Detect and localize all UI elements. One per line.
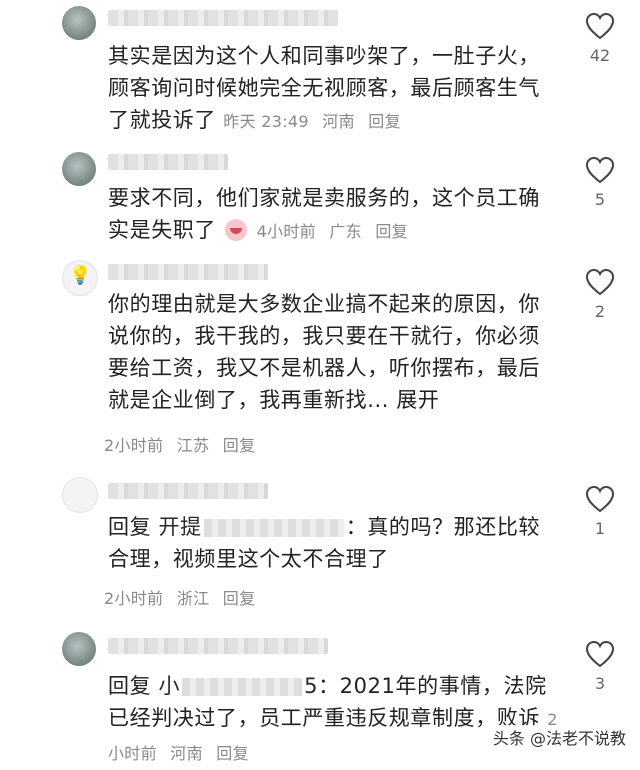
heart-outline-icon — [585, 268, 615, 296]
expand-link[interactable]: 展开 — [396, 388, 439, 412]
like-button[interactable]: 1 — [582, 485, 618, 538]
reply-target-name[interactable]: 小 — [158, 674, 180, 698]
like-count: 5 — [594, 190, 606, 209]
reply-target-blurred — [182, 678, 303, 696]
comment-location: 河南 — [170, 744, 203, 763]
username-blurred[interactable] — [108, 154, 228, 170]
username-blurred[interactable] — [108, 483, 268, 499]
reply-target-name[interactable]: 开提 — [158, 515, 201, 539]
reply-target-blurred — [203, 519, 344, 537]
like-count: 42 — [589, 46, 611, 65]
like-button[interactable]: 3 — [582, 640, 618, 693]
avatar[interactable] — [62, 632, 96, 666]
reply-prefix: 回复 — [108, 515, 152, 539]
comment-time: 4小时前 — [256, 222, 316, 241]
heart-outline-icon — [585, 12, 615, 40]
comment-meta: 2小时前 江苏 回复 — [104, 432, 263, 456]
reply-button[interactable]: 回复 — [223, 589, 256, 608]
comment-time: 2小时前 — [104, 436, 164, 455]
username-blurred[interactable] — [108, 638, 328, 654]
comment-location: 江苏 — [176, 436, 210, 455]
comment-body: 回复 小 5：2021年的事情，法院已经判决过了，员工严重违反规章制度，败诉 2小… — [108, 670, 558, 770]
comment-meta: 2小时前 浙江 回复 — [104, 585, 263, 609]
avatar[interactable]: 💡 — [62, 260, 98, 296]
like-count: 2 — [594, 302, 606, 321]
comment-body: 回复 开提 ：真的吗？那还比较合理，视频里这个太不合理了 — [108, 511, 558, 575]
like-button[interactable]: 2 — [582, 268, 618, 321]
reply-button[interactable]: 回复 — [368, 112, 401, 131]
username-blurred[interactable] — [108, 264, 268, 280]
reply-button[interactable]: 回复 — [216, 744, 249, 763]
like-count: 3 — [594, 674, 606, 693]
reply-button[interactable]: 回复 — [375, 222, 408, 241]
heart-outline-icon — [585, 640, 615, 668]
comment-location: 广东 — [329, 222, 362, 241]
comment-location: 河南 — [322, 112, 355, 131]
reply-button[interactable]: 回复 — [223, 436, 256, 455]
username-blurred[interactable] — [108, 10, 338, 26]
like-button[interactable]: 5 — [582, 156, 618, 209]
comment-time: 2小时前 — [104, 589, 164, 608]
watermark: 头条 @法老不说教 — [492, 725, 626, 749]
like-count: 1 — [594, 519, 606, 538]
crying-emoji-icon — [225, 219, 248, 241]
reply-prefix: 回复 — [108, 674, 152, 698]
comment-body: 其实是因为这个人和同事吵架了，一肚子火，顾客询问时候她完全无视顾客，最后顾客生气… — [108, 40, 558, 138]
comment-text: 你的理由就是大多数企业搞不起来的原因，你说你的，我干我的，我只要在干就行，你必须… — [108, 292, 540, 412]
avatar[interactable] — [62, 6, 96, 40]
comment-body: 你的理由就是大多数企业搞不起来的原因，你说你的，我干我的，我只要在干就行，你必须… — [108, 288, 558, 416]
like-button[interactable]: 42 — [582, 12, 618, 65]
heart-outline-icon — [585, 156, 615, 184]
lightbulb-icon: 💡 — [69, 265, 92, 286]
comment-time: 昨天 23:49 — [223, 112, 309, 131]
comment-location: 浙江 — [176, 589, 210, 608]
comment-body: 要求不同，他们家就是卖服务的，这个员工确实是失职了 4小时前 广东 回复 — [108, 182, 558, 248]
avatar[interactable] — [62, 477, 98, 513]
reply-target-tail: 5 — [304, 674, 319, 698]
avatar[interactable] — [62, 152, 96, 186]
heart-outline-icon — [585, 485, 615, 513]
